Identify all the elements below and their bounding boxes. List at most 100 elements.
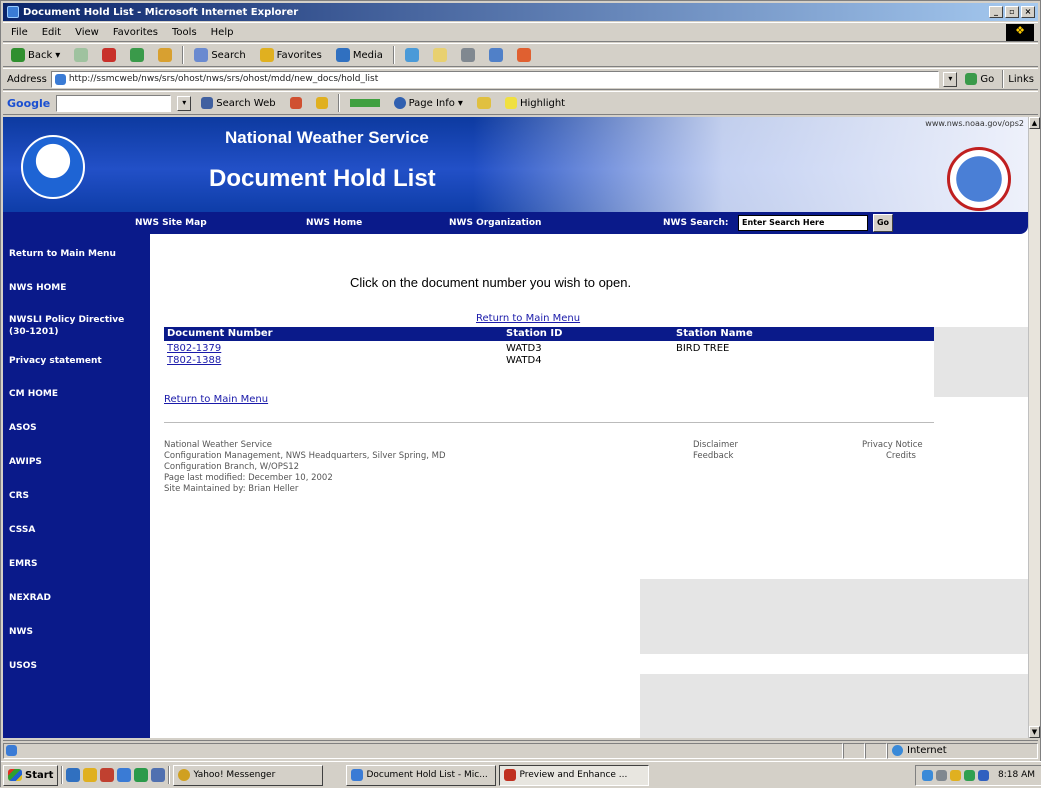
menu-file[interactable]: File [11,27,28,38]
table-header: Document Number Station ID Station Name [164,327,934,341]
print-icon [460,48,475,62]
address-input[interactable]: http://ssmcweb/nws/srs/ohost/nws/srs/oho… [50,70,940,88]
google-search-input[interactable] [56,94,172,112]
favorites-label: Favorites [276,49,322,61]
menu-tools[interactable]: Tools [172,27,197,38]
search-site-button[interactable] [286,93,306,113]
tray-antivirus-icon[interactable] [950,769,961,781]
nav-home-link[interactable]: NWS Home [306,218,362,228]
news-button[interactable] [312,93,332,113]
task-document-hold-list[interactable]: Document Hold List - Mic... [346,764,497,786]
nav-organization-link[interactable]: NWS Organization [449,218,541,228]
tray-messenger-icon[interactable] [964,769,975,781]
main-content: Click on the document number you wish to… [150,234,1028,738]
stop-button[interactable] [98,45,120,65]
menu-help[interactable]: Help [211,27,234,38]
noaa-logo-icon[interactable] [21,135,85,199]
task-preview-enhance[interactable]: Preview and Enhance ... [499,764,650,786]
home-button[interactable] [154,45,176,65]
sidebar-item-asos[interactable]: ASOS [9,422,147,434]
show-desktop-icon[interactable] [66,768,81,782]
address-dropdown-button[interactable]: ▾ [943,71,958,87]
sidebar-item-main-menu[interactable]: Return to Main Menu [9,248,147,260]
home-icon [158,48,173,62]
refresh-icon [130,48,145,62]
tray-network-icon[interactable] [922,769,933,781]
close-button[interactable]: × [1021,6,1035,18]
title-bar: Document Hold List - Microsoft Internet … [3,3,1038,21]
forward-button[interactable] [70,45,92,65]
sidebar-item-crs[interactable]: CRS [9,490,147,502]
search-button[interactable]: Search [190,45,249,65]
document-number-link[interactable]: T802-1388 [167,355,221,366]
menu-edit[interactable]: Edit [42,27,61,38]
refresh-button[interactable] [126,45,148,65]
info-icon [393,97,406,109]
nws-logo-icon[interactable] [947,147,1011,211]
clock[interactable]: 8:18 AM [998,770,1035,780]
excel-quicklaunch-icon[interactable] [134,768,149,782]
instruction-text: Click on the document number you wish to… [350,275,632,290]
sidebar-item-nexrad[interactable]: NEXRAD [9,592,147,604]
start-button[interactable]: Start [3,764,59,786]
google-dropdown-button[interactable]: ▾ [177,95,192,111]
page-info-button[interactable]: Page Info ▾ [390,93,467,113]
pagerank-button[interactable] [346,93,384,113]
maximize-button[interactable]: ▫ [1005,6,1019,18]
links-button[interactable]: Links [1008,74,1038,85]
search-web-button[interactable]: Search Web [197,93,279,113]
tray-volume-icon[interactable] [936,769,947,781]
minimize-button[interactable]: _ [989,6,1003,18]
return-to-main-menu-link[interactable]: Return to Main Menu [476,313,580,324]
scroll-up-button[interactable]: ▲ [1029,117,1040,129]
station-id-cell: WATD3 [506,343,542,354]
tray-update-icon[interactable] [978,769,989,781]
messenger-button[interactable] [513,45,535,65]
google-logo[interactable]: Google [7,97,50,110]
sidebar-item-cm-home[interactable]: CM HOME [9,388,147,400]
document-number-link[interactable]: T802-1379 [167,343,221,354]
disclaimer-link[interactable]: Disclaimer [693,440,738,450]
return-to-main-menu-link-bottom[interactable]: Return to Main Menu [164,394,268,405]
nav-site-map-link[interactable]: NWS Site Map [135,218,207,228]
sidebar-item-usos[interactable]: USOS [9,660,147,672]
task-label: Yahoo! Messenger [193,770,276,780]
feedback-link[interactable]: Feedback [693,451,733,461]
browser-window: Document Hold List - Microsoft Internet … [0,0,1041,788]
network-quicklaunch-icon[interactable] [151,768,166,782]
taskbar-separator [61,766,64,784]
menu-favorites[interactable]: Favorites [113,27,158,38]
sidebar-item-awips[interactable]: AWIPS [9,456,147,468]
sidebar-item-emrs[interactable]: EMRS [9,558,147,570]
nws-search-go-button[interactable]: Go [873,214,893,232]
scroll-down-button[interactable]: ▼ [1029,726,1040,738]
sidebar-item-policy-directive[interactable]: NWSLI Policy Directive (30-1201) [9,314,147,338]
sidebar-item-nws[interactable]: NWS [9,626,147,638]
sidebar-item-privacy[interactable]: Privacy statement [9,355,147,367]
footer-line: Configuration Management, NWS Headquarte… [164,451,446,461]
top-link[interactable]: www.nws.noaa.gov/ops2 [925,119,1024,128]
menu-view[interactable]: View [75,27,99,38]
mail-button[interactable] [429,45,451,65]
ie-quicklaunch-icon[interactable] [117,768,132,782]
history-button[interactable] [401,45,423,65]
highlight-button[interactable]: Highlight [501,93,569,113]
go-button[interactable]: Go [961,69,998,89]
window-title: Document Hold List - Microsoft Internet … [23,6,299,18]
print-button[interactable] [457,45,479,65]
media-button[interactable]: Media [332,45,387,65]
outlook-quicklaunch-icon[interactable] [100,768,115,782]
task-yahoo-messenger[interactable]: Yahoo! Messenger [173,764,324,786]
explorer-quicklaunch-icon[interactable] [83,768,98,782]
sidebar-item-cssa[interactable]: CSSA [9,524,147,536]
start-label: Start [25,769,54,781]
up-folder-button[interactable] [473,93,495,113]
vertical-scrollbar[interactable]: ▲ ▼ [1028,117,1040,738]
edit-button[interactable] [485,45,507,65]
privacy-notice-link[interactable]: Privacy Notice [862,440,923,450]
nws-search-input[interactable]: Enter Search Here [738,215,868,231]
back-button[interactable]: Back ▾ [7,45,64,65]
favorites-button[interactable]: Favorites [256,45,326,65]
sidebar-item-nws-home[interactable]: NWS HOME [9,282,147,294]
credits-link[interactable]: Credits [886,451,916,461]
